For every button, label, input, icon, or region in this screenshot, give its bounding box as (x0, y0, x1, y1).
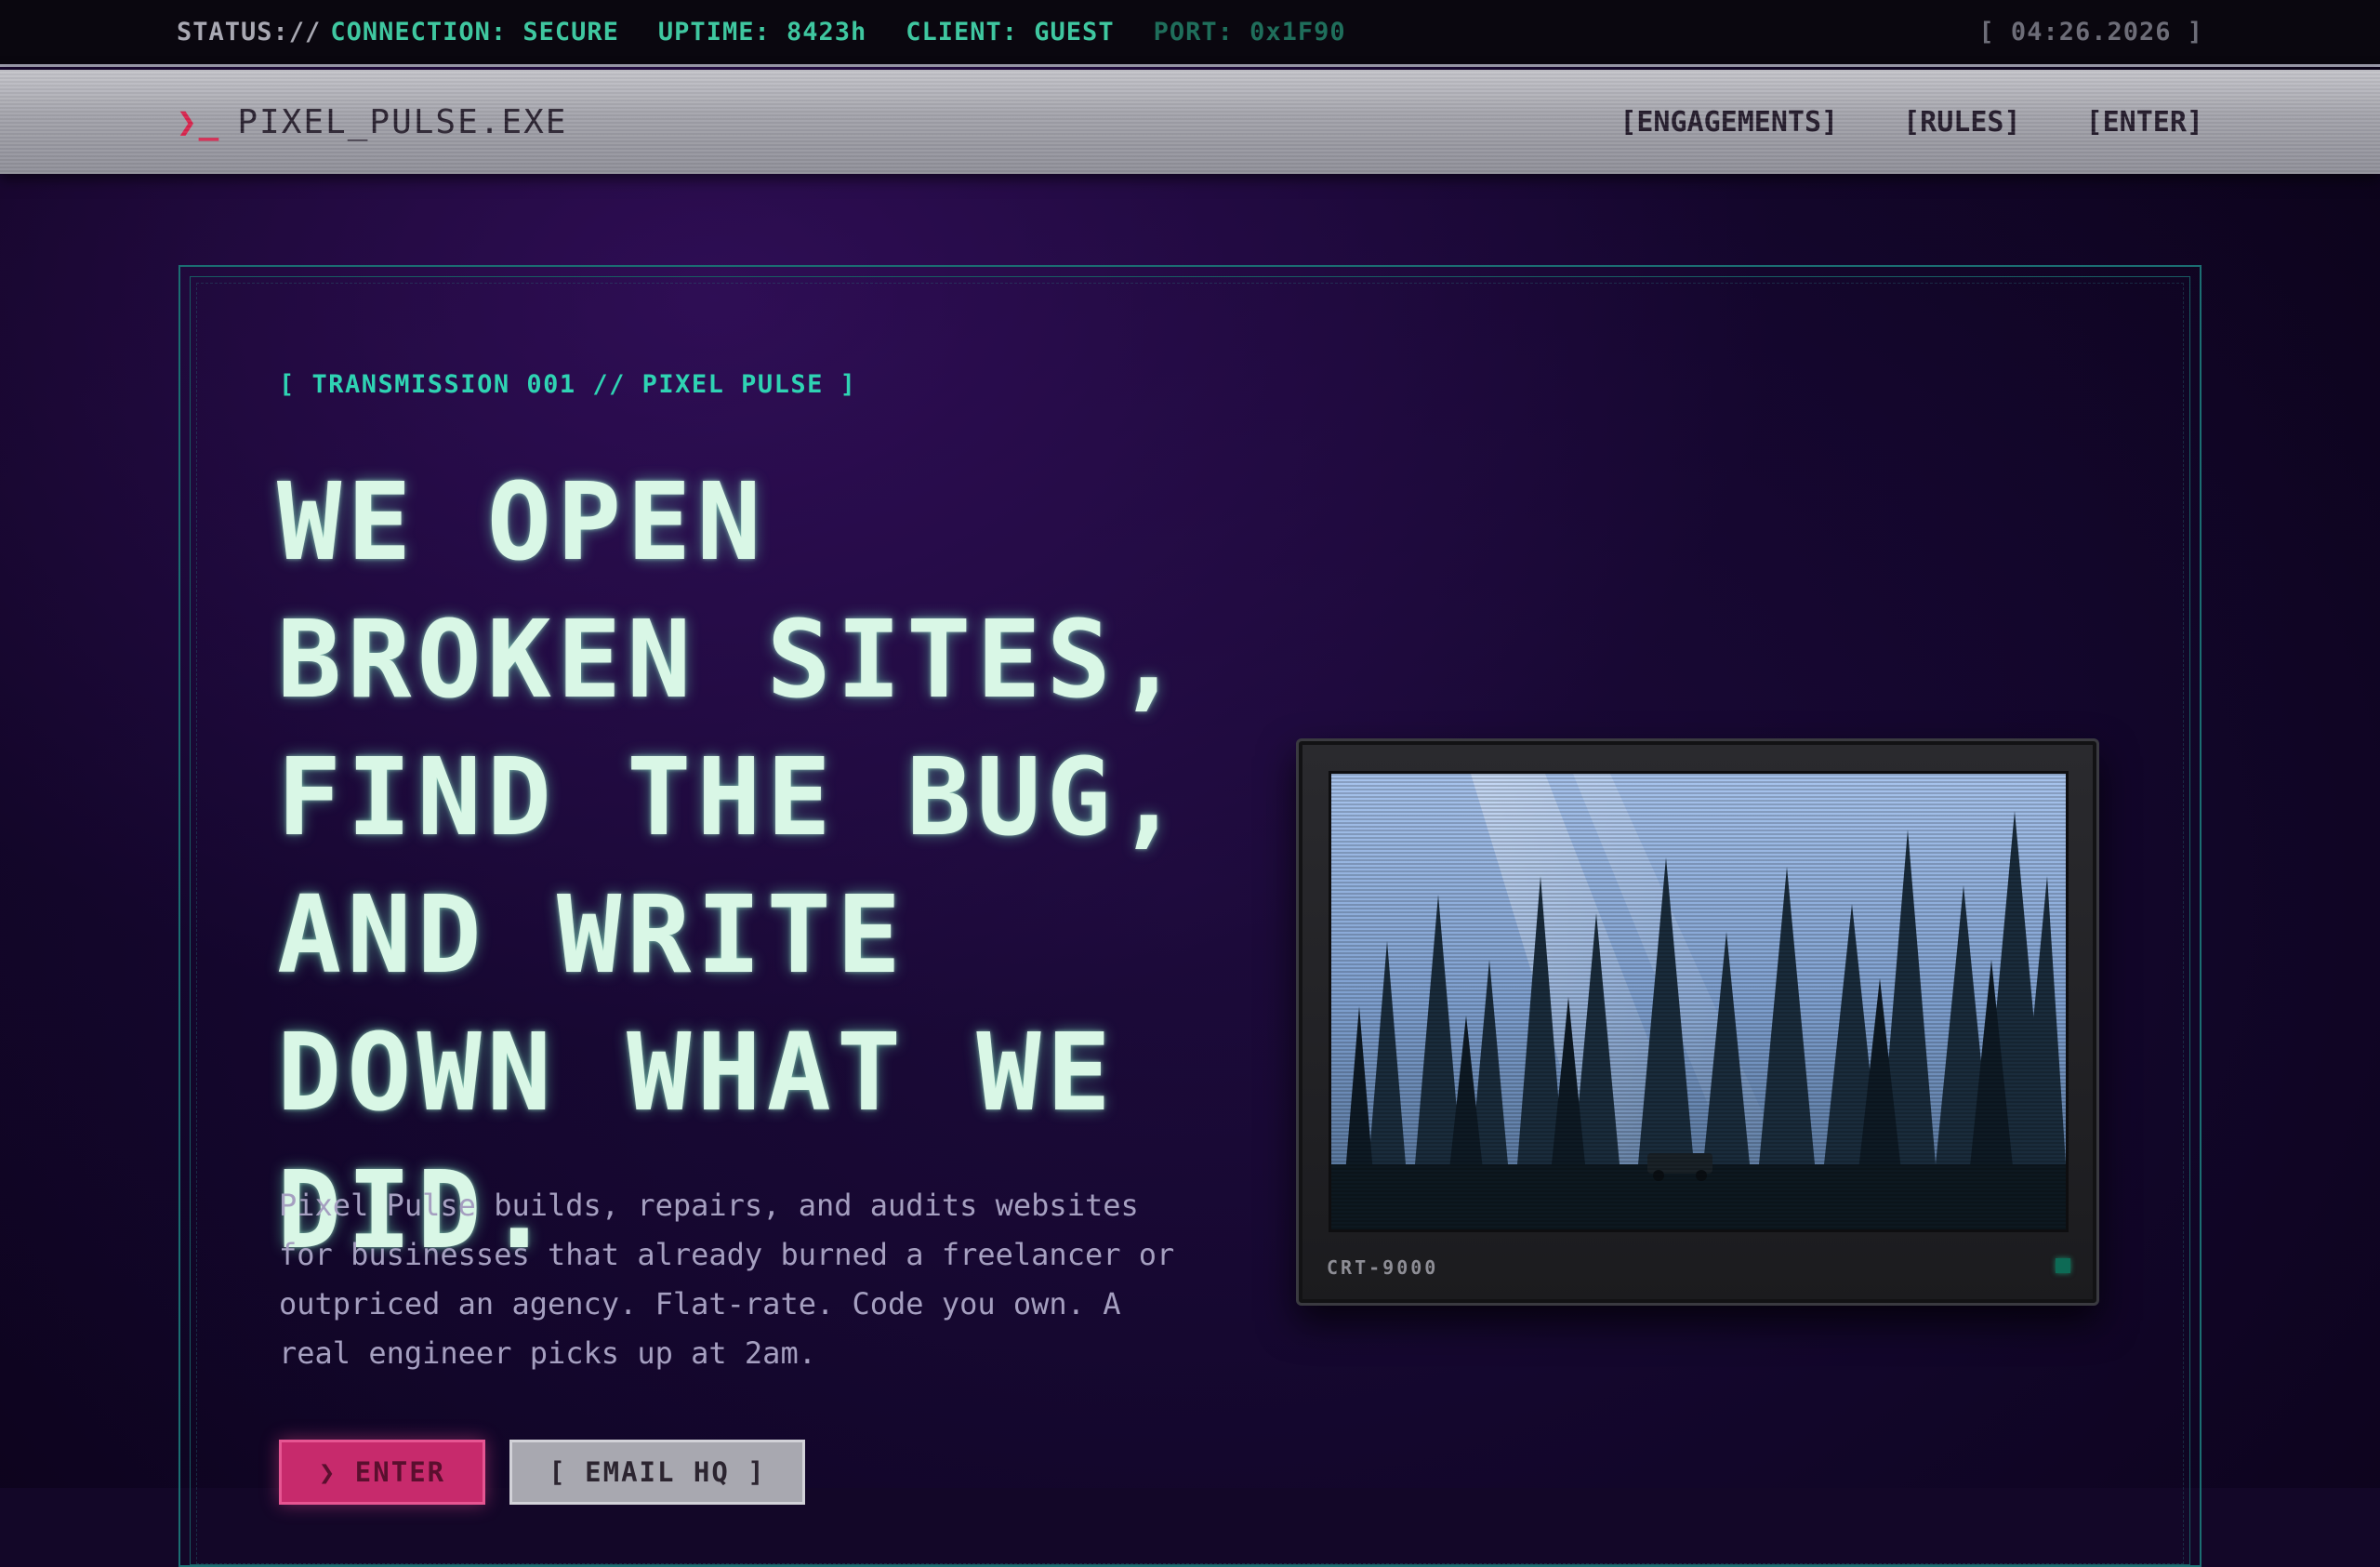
brand-name: PIXEL_PULSE.EXE (237, 102, 568, 141)
nav-link-engagements[interactable]: [ENGAGEMENTS] (1620, 106, 1838, 139)
status-uptime: UPTIME: 8423h (657, 18, 867, 46)
hero-kicker: [ TRANSMISSION 001 // PIXEL PULSE ] (279, 370, 857, 399)
brand-logo[interactable]: ❯_ PIXEL_PULSE.EXE (177, 103, 567, 141)
status-bar: STATUS:// CONNECTION: SECURE UPTIME: 842… (0, 0, 2380, 67)
nav-link-rules[interactable]: [RULES] (1903, 106, 2020, 139)
hero-intro: Pixel Pulse builds, repairs, and audits … (279, 1188, 1175, 1371)
status-port: PORT: 0x1F90 (1153, 18, 1346, 46)
enter-button[interactable]: ❯ ENTER (279, 1440, 485, 1505)
crt-monitor: CRT-9000 (1296, 738, 2099, 1306)
power-led-icon (2056, 1258, 2070, 1273)
crt-screen (1329, 771, 2069, 1232)
status-prefix: STATUS:// (177, 18, 322, 46)
status-connection: CONNECTION: SECURE (330, 18, 619, 46)
status-clock: [ 04:26.2026 ] (1978, 18, 2203, 46)
nav-bar: ❯_ PIXEL_PULSE.EXE [ENGAGEMENTS] [RULES]… (0, 70, 2380, 174)
nav-links: [ENGAGEMENTS] [RULES] [ENTER] (1620, 106, 2203, 139)
nav-link-enter[interactable]: [ENTER] (2086, 106, 2203, 139)
terminal-prompt-icon: ❯_ (177, 102, 221, 141)
forest-image (1331, 774, 2066, 1229)
email-hq-button[interactable]: [ EMAIL HQ ] (509, 1440, 805, 1505)
hero-headline: WE OPEN BROKEN SITES, FIND THE BUG, AND … (277, 460, 1187, 1273)
crt-model-label: CRT-9000 (1327, 1256, 1439, 1279)
status-client: CLIENT: GUEST (906, 18, 1115, 46)
